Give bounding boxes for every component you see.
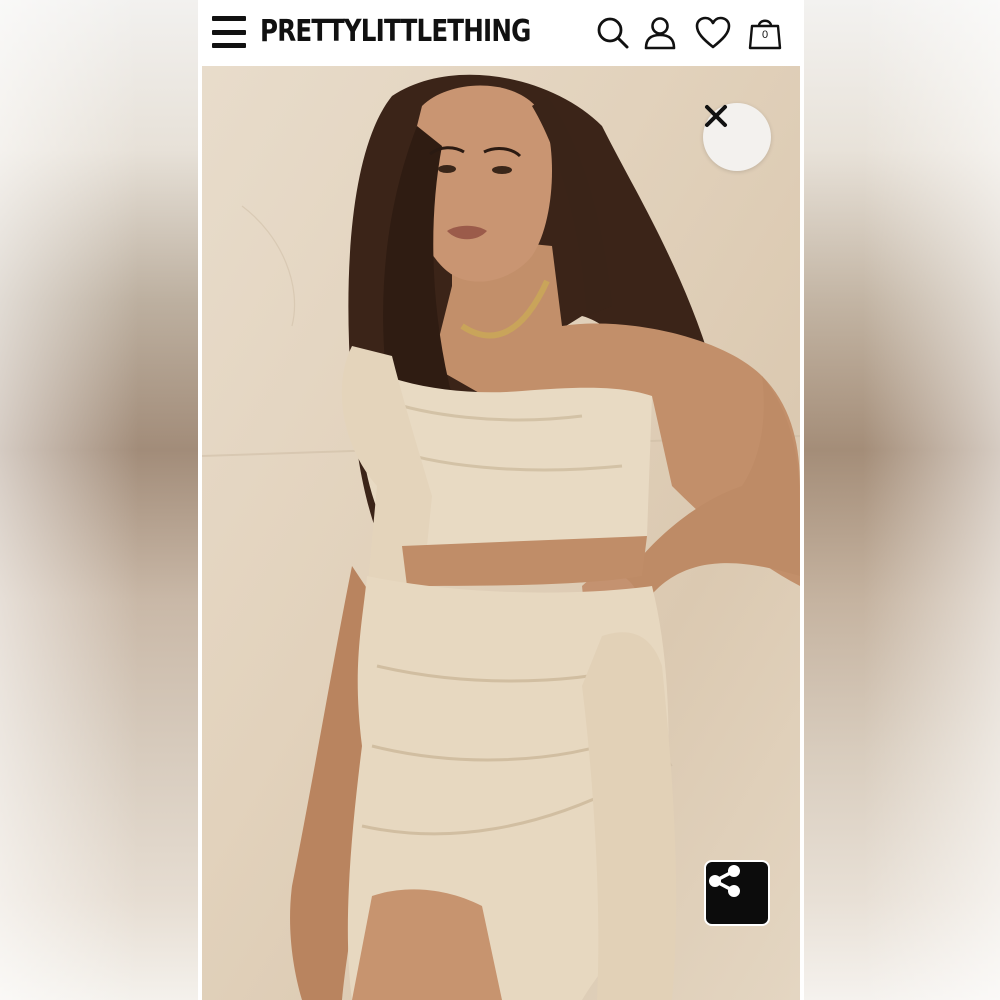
shopping-bag-icon[interactable]: 0 bbox=[745, 13, 785, 53]
bag-count-badge: 0 bbox=[761, 29, 769, 41]
brand-logo[interactable]: PRETTYLITTLETHING bbox=[260, 10, 531, 54]
product-image[interactable] bbox=[202, 66, 800, 1000]
site-header: PRETTYLITTLETHING 0 bbox=[198, 0, 804, 66]
share-button[interactable] bbox=[704, 860, 770, 926]
blurred-background-left bbox=[0, 0, 198, 1000]
mobile-screen: PRETTYLITTLETHING 0 bbox=[198, 0, 804, 1000]
menu-icon[interactable] bbox=[212, 16, 246, 48]
wishlist-heart-icon[interactable] bbox=[693, 13, 733, 53]
account-icon[interactable] bbox=[640, 13, 680, 53]
share-icon bbox=[709, 865, 740, 897]
close-icon bbox=[705, 105, 727, 127]
blurred-background-right bbox=[804, 0, 1000, 1000]
close-gallery-button[interactable] bbox=[703, 103, 771, 171]
search-icon[interactable] bbox=[593, 13, 633, 53]
